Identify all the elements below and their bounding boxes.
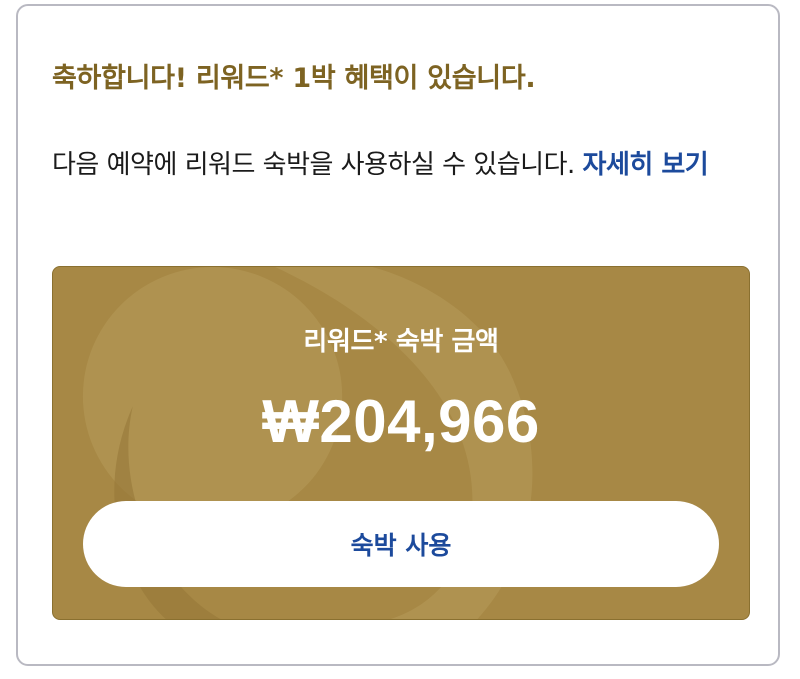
reward-amount-value: ₩204,966	[262, 388, 540, 455]
reward-description-text: 다음 예약에 리워드 숙박을 사용하실 수 있습니다.	[52, 150, 575, 180]
reward-amount-panel: 리워드* 숙박 금액 ₩204,966 숙박 사용	[52, 266, 750, 620]
reward-description: 다음 예약에 리워드 숙박을 사용하실 수 있습니다. 자세히 보기	[52, 140, 752, 190]
reward-notice-card: 축하합니다! 리워드* 1박 혜택이 있습니다. 다음 예약에 리워드 숙박을 …	[16, 4, 780, 666]
use-stay-button[interactable]: 숙박 사용	[83, 501, 719, 587]
reward-amount-label: 리워드* 숙박 금액	[303, 327, 499, 357]
reward-headline: 축하합니다! 리워드* 1박 혜택이 있습니다.	[52, 63, 536, 94]
details-link[interactable]: 자세히 보기	[583, 150, 709, 180]
